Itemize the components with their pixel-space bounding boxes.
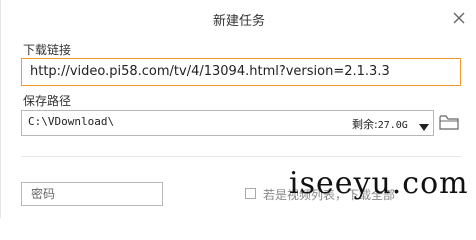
save-path-combobox[interactable]: C:\VDownload\ 剩余:27.0G [21, 110, 434, 136]
new-task-dialog: 新建任务 下载链接 http://video.pi58.com/tv/4/130… [0, 0, 476, 218]
close-button[interactable] [451, 10, 467, 26]
download-link-label: 下载链接 [23, 43, 72, 57]
password-input[interactable]: 密码 [21, 182, 163, 206]
dialog-title: 新建任务 [212, 14, 265, 29]
download-link-input[interactable]: http://video.pi58.com/tv/4/13094.html?ve… [21, 58, 461, 86]
save-path-value: C:\VDownload\ [28, 115, 115, 128]
free-space-label: 剩余: [352, 118, 378, 131]
video-list-checkbox-label: 若是视频列表，下载全部 [263, 188, 396, 202]
browse-folder-button[interactable] [438, 112, 460, 132]
video-list-checkbox[interactable] [245, 188, 256, 199]
close-icon [453, 12, 465, 24]
section-divider [21, 156, 461, 157]
path-dropdown-button[interactable] [418, 118, 430, 131]
folder-icon [439, 115, 459, 130]
save-path-label: 保存路径 [23, 94, 72, 108]
dropdown-arrow-icon [419, 124, 429, 131]
free-space-value: 27.0G [377, 120, 408, 131]
free-space-indicator: 剩余:27.0G [352, 116, 408, 132]
